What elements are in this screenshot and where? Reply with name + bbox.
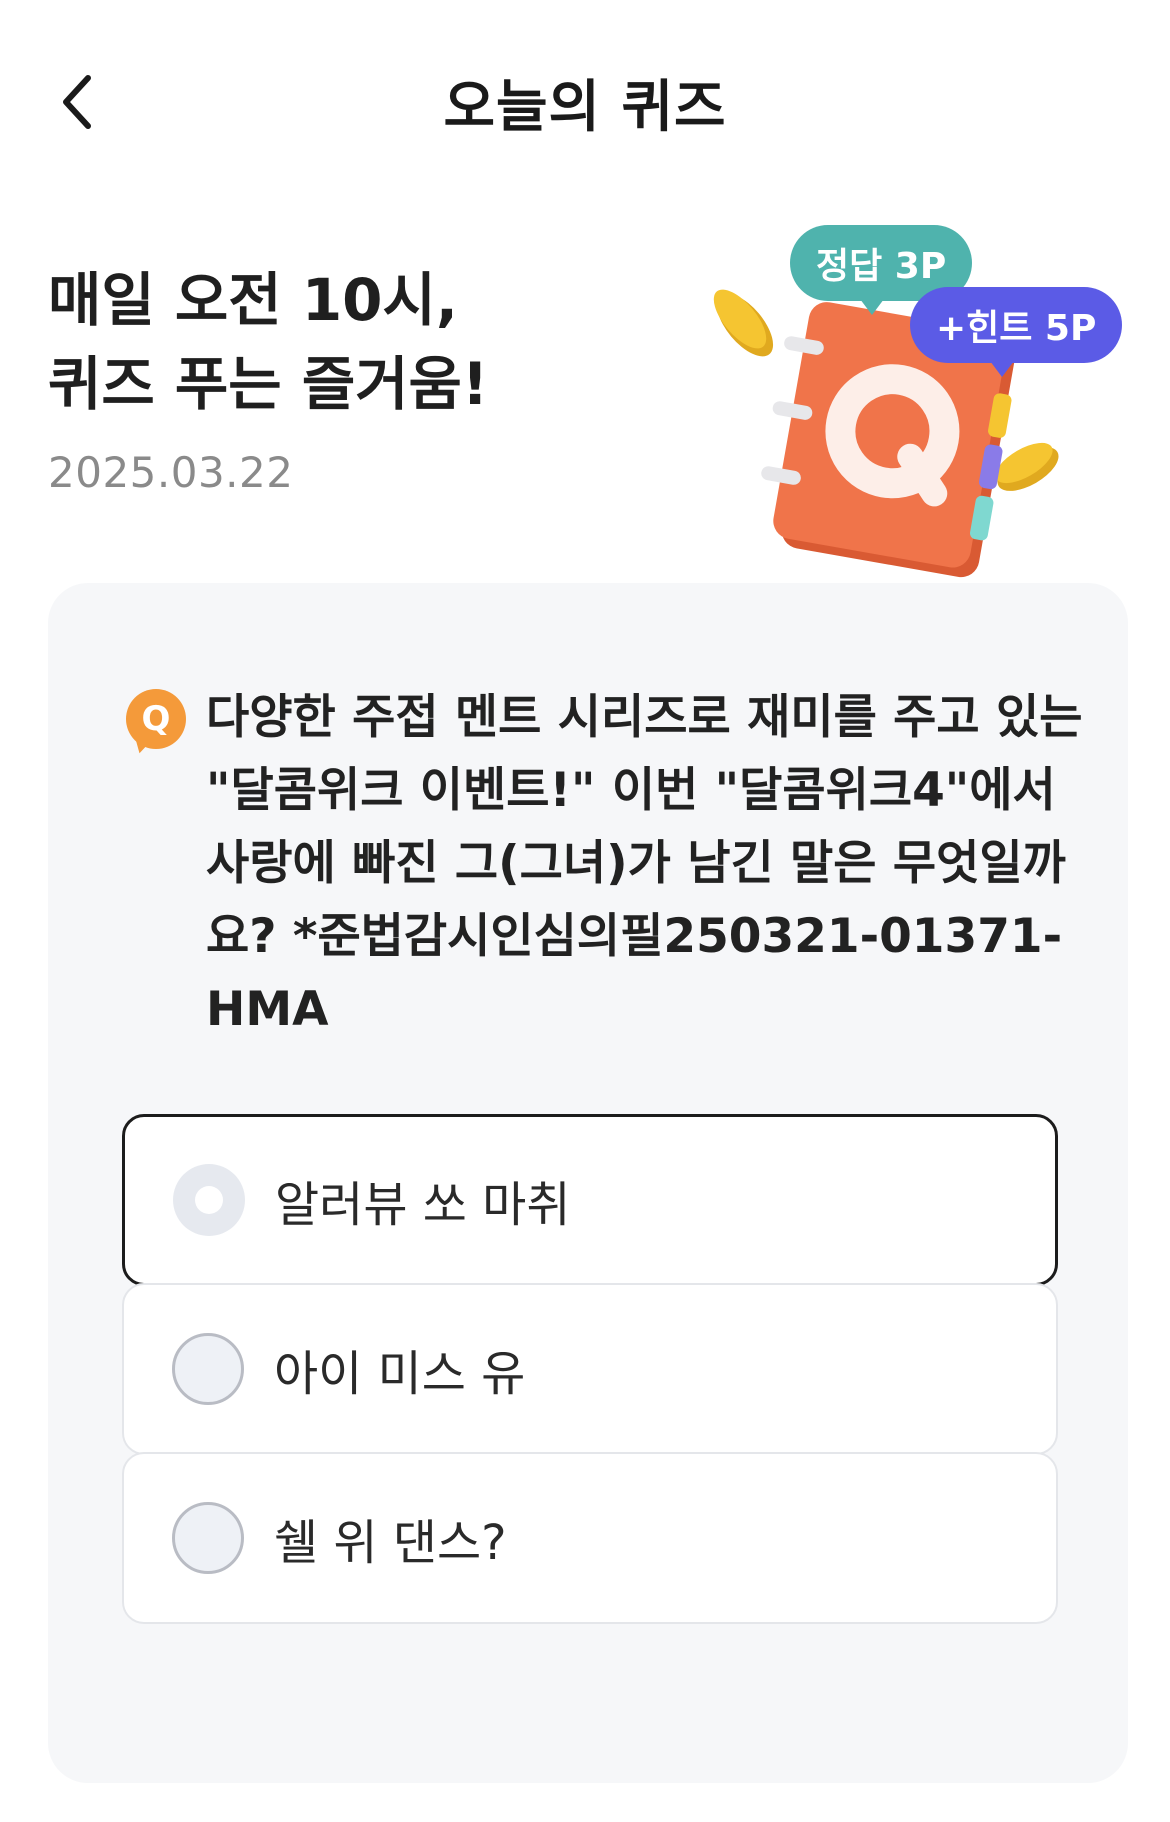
- badge-hint-points: +힌트 5P: [910, 287, 1123, 377]
- answer-option-label: 쉘 위 댄스?: [274, 1515, 507, 1571]
- answer-option-2[interactable]: 아이 미스 유: [122, 1283, 1058, 1455]
- radio-button[interactable]: [172, 1333, 244, 1405]
- quiz-illustration: 정답 3P +힌트 5P: [690, 215, 1123, 635]
- answer-option-1[interactable]: 알러뷰 쏘 마취: [122, 1114, 1058, 1286]
- answer-option-label: 아이 미스 유: [274, 1346, 526, 1402]
- coin-right-icon: [995, 442, 1059, 491]
- quiz-date: 2025.03.22: [48, 448, 294, 497]
- answer-option-3[interactable]: 쉘 위 댄스?: [122, 1452, 1058, 1624]
- question-icon: Q: [126, 689, 186, 749]
- hero-title: 매일 오전 10시, 퀴즈 푸는 즐거움!: [48, 258, 488, 426]
- question-text: 다양한 주접 멘트 시리즈로 재미를 주고 있는 "달콤위크 이벤트!" 이번 …: [206, 690, 1083, 1037]
- radio-button[interactable]: [172, 1502, 244, 1574]
- hero-title-line2: 퀴즈 푸는 즐거움!: [48, 350, 489, 418]
- header: 오늘의 퀴즈: [0, 0, 1170, 200]
- page-title: 오늘의 퀴즈: [443, 75, 727, 140]
- quiz-card: Q 다양한 주접 멘트 시리즈로 재미를 주고 있는 "달콤위크 이벤트!" 이…: [48, 583, 1128, 1783]
- radio-button[interactable]: [173, 1164, 245, 1236]
- coin-left-icon: [713, 289, 774, 357]
- answer-option-label: 알러뷰 쏘 마취: [275, 1177, 571, 1233]
- hero-title-line1: 매일 오전 10시,: [48, 266, 458, 334]
